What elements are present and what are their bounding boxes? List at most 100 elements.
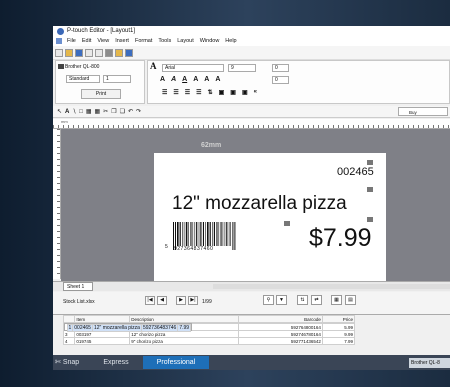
line-tool-icon[interactable]: ∖ (72, 108, 76, 115)
cell-price[interactable]: 5.99 (321, 323, 356, 331)
form-view-icon[interactable]: ▤ (345, 295, 356, 305)
open-folder-icon[interactable] (65, 48, 73, 57)
barcode-bar (182, 222, 183, 246)
menu-bar: File Edit View Insert Format Tools Layou… (53, 36, 450, 46)
cell-price[interactable]: 9.99 (321, 330, 356, 338)
outline-icon[interactable]: A (193, 76, 198, 83)
mode-tab-express[interactable]: Express (93, 356, 139, 369)
collapse-chevron-icon[interactable]: « (254, 89, 257, 96)
grid-view-icon[interactable]: ▦ (331, 295, 342, 305)
barcode-bar (232, 222, 234, 250)
mode-select[interactable]: Standard (66, 75, 100, 83)
cell-barcode[interactable]: 592746780164 (238, 330, 323, 338)
frame-center-icon[interactable]: ▣ (230, 89, 236, 96)
last-record-button[interactable]: ▶| (188, 296, 198, 305)
cut-icon[interactable]: ✂ (103, 108, 108, 115)
column-header-barcode[interactable]: Barcode (238, 315, 323, 323)
sheet-tab[interactable]: Sheet 1 (63, 282, 93, 291)
search-icon[interactable]: ⚲ (263, 295, 274, 305)
barcode-bar (228, 222, 230, 246)
label-price[interactable]: $7.99 (309, 224, 372, 253)
menu-help[interactable]: Help (222, 38, 239, 44)
print-button[interactable]: Print (81, 89, 121, 99)
next-record-button[interactable]: ▶ (176, 296, 186, 305)
align-center-icon[interactable]: ☰ (173, 89, 178, 96)
shape-tool-icon[interactable]: □ (79, 109, 83, 115)
status-printer-name: Brother QL-8 (409, 358, 450, 368)
char-spacing-input[interactable]: 0 (272, 64, 289, 72)
italic-icon[interactable]: A (171, 76, 176, 83)
align-right-icon[interactable]: ☰ (185, 89, 190, 96)
column-header-price[interactable]: Price (321, 315, 356, 323)
layout-canvas[interactable]: 62mm 002465 12" mozzarella pizza 5 92736… (61, 129, 450, 289)
label-page[interactable]: 002465 12" mozzarella pizza 5 9273648374… (154, 153, 386, 281)
font-name-select[interactable]: Arial (162, 64, 224, 72)
grow-font-icon[interactable]: A (204, 76, 209, 83)
cell-price[interactable]: 7.99 (177, 324, 192, 332)
copies-stepper[interactable]: 1 (103, 75, 131, 83)
undo-icon[interactable]: ↶ (128, 108, 133, 115)
app-window: P-touch Editor - [Layout1] File Edit Vie… (53, 26, 450, 370)
barcode-bar (188, 222, 189, 246)
vertical-text-icon[interactable]: ⇅ (208, 89, 213, 96)
menu-layout[interactable]: Layout (174, 38, 197, 44)
cell-description[interactable]: 9" chorizo pizza (129, 337, 239, 345)
cell-price[interactable]: 7.99 (321, 337, 356, 345)
cell-barcode[interactable]: 592736483746 (140, 324, 179, 332)
bold-icon[interactable]: A (160, 76, 165, 83)
search-input[interactable]: Buy (398, 107, 448, 116)
menu-format[interactable]: Format (132, 38, 155, 44)
label-description[interactable]: 12" mozzarella pizza (172, 193, 347, 215)
font-size-select[interactable]: 9 (228, 64, 256, 72)
menu-view[interactable]: View (94, 38, 112, 44)
paste-icon[interactable]: ❏ (120, 108, 125, 115)
select-arrow-icon[interactable]: ↖ (57, 108, 62, 115)
barcode-bar (198, 222, 200, 246)
new-icon[interactable] (55, 48, 63, 57)
justify-icon[interactable]: ☰ (196, 89, 201, 96)
shrink-font-icon[interactable]: A (215, 76, 220, 83)
redo-icon[interactable]: ↷ (136, 108, 141, 115)
previous-record-button[interactable]: ◀ (157, 296, 167, 305)
frame-right-icon[interactable]: ▣ (242, 89, 248, 96)
cell-barcode[interactable]: 592764800164 (238, 323, 323, 331)
menu-file[interactable]: File (64, 38, 79, 44)
menu-insert[interactable]: Insert (112, 38, 132, 44)
properties-icon[interactable] (115, 48, 123, 57)
sort-icon[interactable]: ⇅ (297, 295, 308, 305)
print-preview-icon[interactable] (95, 48, 103, 57)
cell-item[interactable]: 019745 (74, 337, 131, 345)
document-icon[interactable] (56, 38, 62, 44)
label-item-code[interactable]: 002465 (337, 166, 374, 178)
print-icon[interactable] (85, 48, 93, 57)
first-record-button[interactable]: |◀ (145, 296, 155, 305)
underline-icon[interactable]: A (182, 76, 187, 83)
database-icon[interactable] (105, 48, 113, 57)
column-header-description[interactable]: Description (129, 315, 239, 323)
menu-edit[interactable]: Edit (79, 38, 94, 44)
settings-icon[interactable] (125, 48, 133, 57)
align-left-icon[interactable]: ☰ (162, 89, 167, 96)
table-row[interactable]: 4 019745 9" chorizo pizza 592771436542 7… (62, 337, 356, 345)
mode-tab-professional[interactable]: Professional (143, 356, 209, 369)
table-row[interactable]: 1 002465 12" mozzarella pizza 5927364837… (63, 323, 193, 332)
merge-icon[interactable]: ⇄ (311, 295, 322, 305)
database-field-icon (367, 187, 373, 192)
horizontal-scrollbar[interactable] (213, 284, 450, 289)
line-spacing-input[interactable]: 0 (272, 76, 289, 84)
barcode-bar (183, 222, 185, 246)
table-tool-icon[interactable]: ▦ (86, 108, 92, 115)
image-tool-icon[interactable]: ▦ (95, 108, 101, 115)
text-tool-icon[interactable]: A (65, 109, 69, 115)
cell-description[interactable]: 12" mozzarella pizza (91, 324, 142, 332)
copy-icon[interactable]: ❐ (111, 108, 116, 115)
cell-item[interactable]: 002465 (72, 324, 93, 332)
mode-tab-snap[interactable]: ✄ Snap (55, 356, 89, 369)
filter-icon[interactable]: ▼ (276, 295, 287, 305)
cell-barcode[interactable]: 592771436542 (238, 337, 323, 345)
menu-tools[interactable]: Tools (155, 38, 174, 44)
frame-left-icon[interactable]: ▣ (219, 89, 225, 96)
menu-window[interactable]: Window (197, 38, 223, 44)
column-header-item[interactable]: Item (74, 315, 131, 323)
save-icon[interactable] (75, 48, 83, 57)
